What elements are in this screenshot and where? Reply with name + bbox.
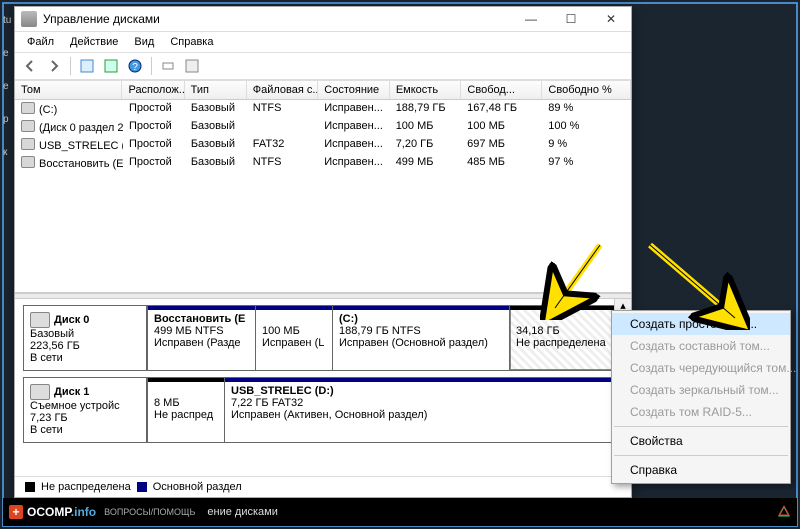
disk1-part-usb[interactable]: USB_STRELEC (D:) 7,22 ГБ FAT32 Исправен … — [224, 378, 622, 442]
annotation-arrow-1 — [540, 240, 610, 320]
annotation-arrow-2 — [640, 240, 750, 330]
disk0-part-efi[interactable]: 100 МБ Исправен (L — [255, 306, 332, 370]
col-capacity[interactable]: Емкость — [390, 81, 462, 99]
ctx-properties[interactable]: Свойства — [612, 430, 790, 452]
column-headers[interactable]: Том Располож... Тип Файловая с... Состоя… — [15, 80, 631, 100]
col-freepct[interactable]: Свободно % — [542, 81, 631, 99]
disk1-block: Диск 1 Съемное устройс 7,23 ГБ В сети 8 … — [23, 377, 623, 443]
swatch-primary — [137, 482, 147, 492]
col-free[interactable]: Свобод... — [461, 81, 542, 99]
ctx-create-striped-volume: Создать чередующийся том... — [612, 357, 790, 379]
tb-icon-1[interactable] — [76, 55, 98, 77]
volume-list[interactable]: Том Располож... Тип Файловая с... Состоя… — [15, 80, 631, 293]
window-title: Управление дисками — [43, 12, 511, 26]
ctx-create-raid5-volume: Создать том RAID-5... — [612, 401, 790, 423]
disk0-part-recovery[interactable]: Восстановить (E 499 МБ NTFS Исправен (Ра… — [147, 306, 255, 370]
table-row[interactable]: Восстановить (E:)ПростойБазовыйNTFSИспра… — [15, 154, 631, 172]
table-row[interactable]: USB_STRELEC (D:)ПростойБазовыйFAT32Испра… — [15, 136, 631, 154]
col-layout[interactable]: Располож... — [122, 81, 184, 99]
titlebar[interactable]: Управление дисками — ☐ ✕ — [15, 7, 631, 32]
minimize-button[interactable]: — — [511, 7, 551, 31]
menu-file[interactable]: Файл — [21, 34, 60, 50]
table-row[interactable]: (C:)ПростойБазовыйNTFSИсправен...188,79 … — [15, 100, 631, 118]
disk0-part-c[interactable]: (C:) 188,79 ГБ NTFS Исправен (Основной р… — [332, 306, 509, 370]
refresh-icon[interactable] — [100, 55, 122, 77]
disk-icon — [30, 384, 50, 400]
table-row[interactable]: (Диск 0 раздел 2)ПростойБазовыйИсправен.… — [15, 118, 631, 136]
ctx-create-mirrored-volume: Создать зеркальный том... — [612, 379, 790, 401]
col-fs[interactable]: Файловая с... — [247, 81, 319, 99]
menu-view[interactable]: Вид — [128, 34, 160, 50]
col-volume[interactable]: Том — [15, 81, 122, 99]
disk1-part-unallocated[interactable]: 8 МБ Не распред — [147, 378, 224, 442]
disk1-label[interactable]: Диск 1 Съемное устройс 7,23 ГБ В сети — [24, 378, 147, 442]
col-state[interactable]: Состояние — [318, 81, 390, 99]
back-icon[interactable] — [19, 55, 41, 77]
toolbar: ? — [15, 53, 631, 80]
forward-icon[interactable] — [43, 55, 65, 77]
disk0-block: Диск 0 Базовый 223,56 ГБ В сети Восстано… — [23, 305, 623, 371]
menu-action[interactable]: Действие — [64, 34, 124, 50]
help-icon[interactable]: ? — [124, 55, 146, 77]
col-type[interactable]: Тип — [185, 81, 247, 99]
tray-icon — [777, 504, 791, 518]
maximize-button[interactable]: ☐ — [551, 7, 591, 31]
task-button[interactable]: ение дисками — [207, 506, 277, 518]
swatch-unallocated — [25, 482, 35, 492]
close-button[interactable]: ✕ — [591, 7, 631, 31]
tray[interactable] — [777, 504, 791, 521]
brand-sub: ВОПРОСЫ/ПОМОЩЬ — [104, 507, 195, 517]
ctx-create-spanned-volume: Создать составной том... — [612, 335, 790, 357]
ctx-help[interactable]: Справка — [612, 459, 790, 481]
menubar: Файл Действие Вид Справка — [15, 32, 631, 53]
tb-icon-3[interactable] — [181, 55, 203, 77]
brand-logo: +OCOMP.info — [9, 505, 96, 519]
svg-text:?: ? — [132, 62, 138, 73]
disk-icon — [30, 312, 50, 328]
disk0-label[interactable]: Диск 0 Базовый 223,56 ГБ В сети — [24, 306, 147, 370]
app-icon — [21, 11, 37, 27]
tb-icon-2[interactable] — [157, 55, 179, 77]
taskbar[interactable]: +OCOMP.info ВОПРОСЫ/ПОМОЩЬ ение дисками — [3, 498, 797, 526]
disk-graphical-view: Диск 0 Базовый 223,56 ГБ В сети Восстано… — [15, 299, 631, 476]
desktop-hint: tuеерк — [3, 15, 13, 180]
menu-help[interactable]: Справка — [164, 34, 219, 50]
context-menu: Создать простой том... Создать составной… — [611, 310, 791, 484]
legend: Не распределена Основной раздел — [15, 476, 631, 497]
